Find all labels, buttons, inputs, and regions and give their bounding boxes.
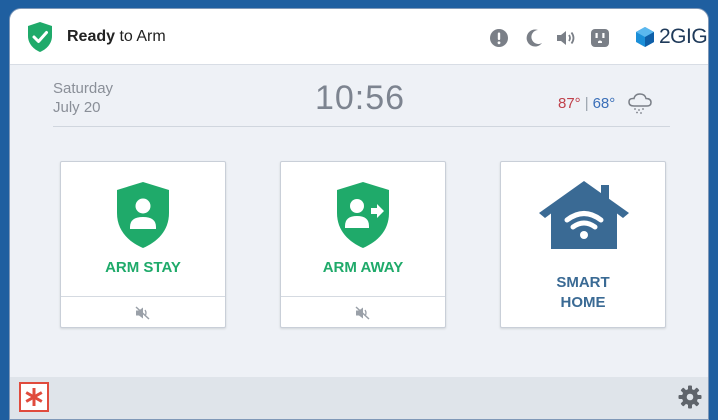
arm-away-label: ARM AWAY (322, 259, 404, 276)
smart-home-tile[interactable]: SMART HOME (500, 161, 666, 328)
temp-separator: | (584, 94, 589, 112)
cube-logo-icon (636, 27, 654, 47)
mute-speaker-icon[interactable] (134, 305, 152, 321)
alert-icon[interactable] (489, 28, 509, 48)
house-wifi-icon (539, 181, 629, 249)
check-shield-icon[interactable] (26, 21, 54, 53)
day-label: Saturday (53, 80, 114, 97)
moon-icon[interactable] (525, 28, 545, 48)
emergency-button[interactable] (19, 382, 49, 412)
arm-stay-mute-bar[interactable] (61, 296, 225, 327)
gear-icon[interactable] (678, 385, 702, 409)
smart-home-label-line2: HOME (560, 294, 606, 311)
arm-stay-tile[interactable]: ARM STAY (60, 161, 226, 328)
date-label: July 20 (53, 99, 101, 116)
smart-home-label-line1: SMART (556, 274, 610, 291)
header-divider (53, 126, 670, 127)
temp-low: 68° (592, 94, 616, 112)
arm-away-mute-bar[interactable] (281, 296, 445, 327)
brand-logo: 2GIG (634, 25, 708, 49)
weather-widget[interactable]: 87° | 68° (558, 91, 653, 115)
arm-stay-label: ARM STAY (105, 259, 181, 276)
header-bar: Ready to Arm 2GIG (10, 9, 708, 65)
temp-high: 87° (558, 94, 581, 112)
arm-away-tile[interactable]: ARM AWAY (280, 161, 446, 328)
smart-home-label: SMART HOME (501, 273, 665, 313)
arm-status-text[interactable]: Ready to Arm (67, 28, 166, 46)
shield-person-icon (117, 182, 169, 248)
rain-cloud-icon (628, 93, 653, 114)
clock-time: 10:56 (314, 79, 406, 117)
mute-speaker-icon[interactable] (354, 305, 372, 321)
panel-screen: Ready to Arm 2GIG Saturday July 20 10:56… (9, 8, 709, 420)
outlet-icon[interactable] (590, 28, 610, 48)
footer-bar (10, 377, 708, 419)
brand-name: 2GIG (659, 25, 708, 48)
shield-person-arrow-icon (337, 182, 389, 248)
speaker-icon[interactable] (555, 28, 577, 48)
status-strong: Ready (67, 28, 116, 45)
status-rest: to Arm (115, 28, 166, 45)
asterisk-icon (25, 388, 43, 406)
